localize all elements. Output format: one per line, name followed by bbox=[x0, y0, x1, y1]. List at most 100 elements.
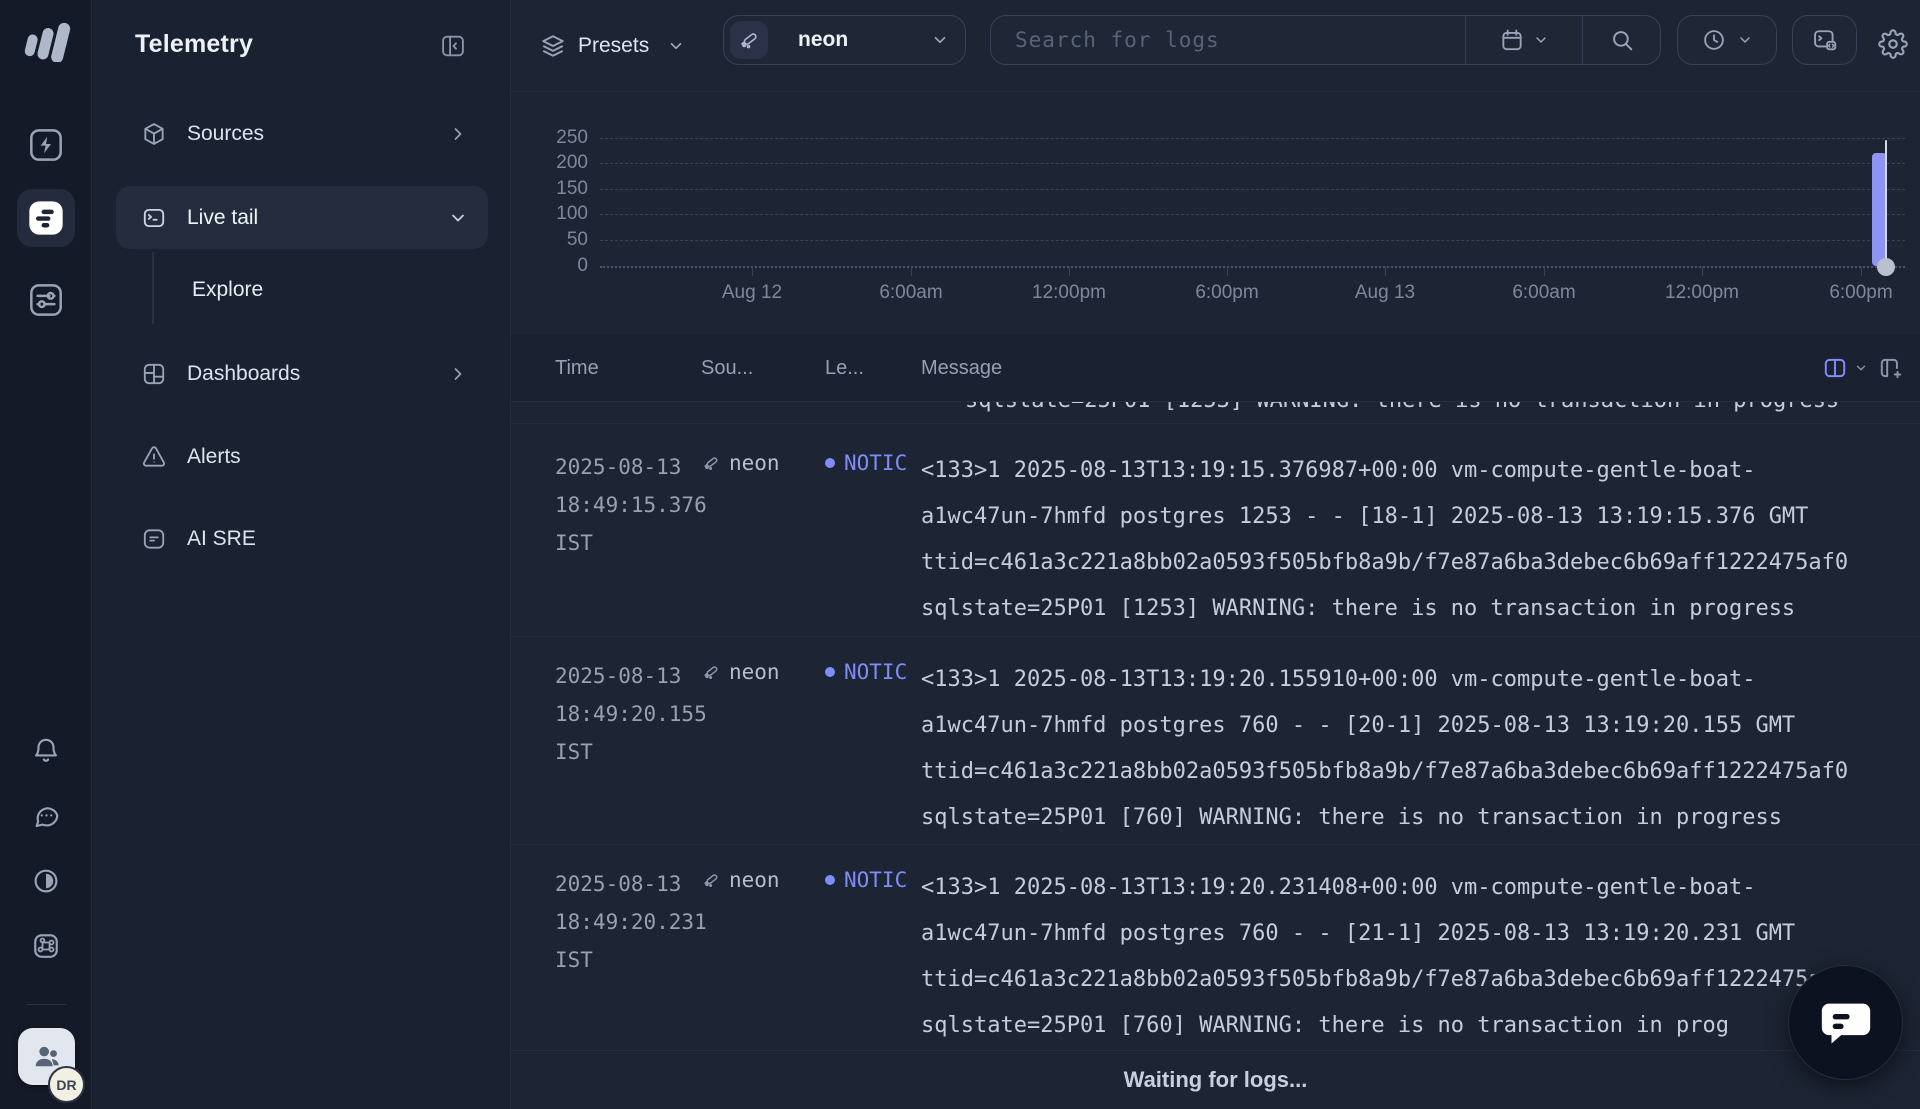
columns-layout-button[interactable] bbox=[1822, 355, 1868, 381]
gridline bbox=[600, 138, 1905, 139]
sidebar-item-label: AI SRE bbox=[187, 527, 256, 551]
log-volume-chart[interactable]: 250 200 150 100 50 0 Aug 12 6:00am 12:00… bbox=[511, 92, 1920, 335]
column-header-time[interactable]: Time bbox=[511, 357, 701, 380]
column-header-message[interactable]: Message bbox=[921, 357, 1822, 380]
y-tick-label: 0 bbox=[528, 255, 588, 277]
panel-collapse-icon[interactable] bbox=[438, 31, 468, 61]
search-input[interactable] bbox=[991, 16, 1465, 64]
log-message: <133>1 2025-08-13T13:19:20.231408+00:00 … bbox=[921, 865, 1920, 1050]
column-header-source[interactable]: Sou... bbox=[701, 357, 825, 380]
chevron-down-icon bbox=[1737, 32, 1753, 48]
x-tick-label: 6:00pm bbox=[1829, 282, 1892, 304]
level-dot bbox=[825, 458, 835, 468]
gridline bbox=[600, 214, 1905, 215]
cube-icon bbox=[141, 121, 167, 147]
search-submit-button[interactable] bbox=[1582, 16, 1660, 64]
alert-triangle-icon bbox=[141, 444, 167, 470]
x-tick bbox=[752, 267, 753, 276]
add-column-button[interactable] bbox=[1878, 355, 1904, 381]
x-tick bbox=[1702, 267, 1703, 276]
topbar: Presets neon bbox=[511, 0, 1920, 92]
time-range-button[interactable] bbox=[1677, 15, 1777, 65]
user-initials-badge[interactable]: DR bbox=[48, 1066, 85, 1103]
source-name: neon bbox=[798, 28, 848, 52]
app-window: DR Telemetry Sources bbox=[0, 0, 1920, 1109]
chevron-down-icon bbox=[1854, 361, 1868, 375]
sidebar-item-dashboards[interactable]: Dashboards bbox=[116, 346, 488, 402]
sidebar-item-label: Alerts bbox=[187, 445, 241, 469]
x-tick bbox=[1544, 267, 1545, 276]
code-terminal-button[interactable] bbox=[1792, 15, 1857, 65]
search-icon bbox=[1609, 27, 1635, 53]
log-row[interactable]: 2025-08-13 18:49:15.376 IST neon NO bbox=[511, 424, 1920, 637]
sidebar-item-sources[interactable]: Sources bbox=[116, 106, 488, 162]
partial-log-row[interactable]: sqlstate=25P01 [1253] WARNING: there is … bbox=[511, 402, 1920, 424]
logs-nav-icon[interactable] bbox=[17, 189, 75, 247]
log-time: 2025-08-13 18:49:20.231 IST bbox=[511, 865, 701, 1050]
layers-icon bbox=[540, 33, 566, 59]
sidebar-item-label: Dashboards bbox=[187, 362, 300, 386]
log-level: NOTIC bbox=[825, 448, 921, 636]
sidebar-item-label: Live tail bbox=[187, 206, 258, 230]
x-tick bbox=[1069, 267, 1070, 276]
x-tick-label: 6:00am bbox=[879, 282, 942, 304]
rail-divider bbox=[26, 1004, 66, 1005]
partial-log-text: sqlstate=25P01 [1253] WARNING: there is … bbox=[965, 402, 1920, 413]
y-tick-label: 250 bbox=[528, 127, 588, 149]
chevron-right-icon bbox=[448, 124, 468, 144]
presets-label: Presets bbox=[578, 34, 649, 58]
main-content: Presets neon bbox=[511, 0, 1920, 1109]
chevron-right-icon bbox=[448, 364, 468, 384]
y-tick-label: 200 bbox=[528, 152, 588, 174]
x-tick-label: 12:00pm bbox=[1665, 282, 1739, 304]
log-table-header: Time Sou... Le... Message bbox=[511, 335, 1920, 402]
column-header-level[interactable]: Le... bbox=[825, 357, 921, 380]
x-tick bbox=[1861, 267, 1862, 276]
chat-widget-button[interactable] bbox=[1788, 965, 1903, 1080]
x-tick-label: 6:00am bbox=[1512, 282, 1575, 304]
contrast-icon[interactable] bbox=[23, 858, 69, 904]
x-tick bbox=[1385, 267, 1386, 276]
x-tick bbox=[911, 267, 912, 276]
x-tick-label: Aug 12 bbox=[722, 282, 782, 304]
sliders-icon[interactable] bbox=[23, 277, 69, 323]
gear-icon[interactable] bbox=[1878, 29, 1908, 59]
telescope-icon bbox=[701, 662, 721, 682]
presets-button[interactable]: Presets bbox=[540, 23, 685, 69]
subnav-guide-line bbox=[152, 252, 154, 324]
icon-rail: DR bbox=[0, 0, 92, 1109]
telescope-icon bbox=[701, 453, 721, 473]
time-scrubber-line[interactable] bbox=[1885, 140, 1887, 267]
code-terminal-icon bbox=[1811, 26, 1839, 54]
gridline bbox=[600, 240, 1905, 241]
middleware-logo[interactable] bbox=[21, 18, 71, 62]
message-square-icon bbox=[141, 526, 167, 552]
bolt-icon[interactable] bbox=[23, 122, 69, 168]
log-search-bar bbox=[990, 15, 1661, 65]
level-dot bbox=[825, 667, 835, 677]
calendar-icon bbox=[1499, 27, 1525, 53]
terminal-icon bbox=[141, 205, 167, 231]
sidebar-item-live-tail[interactable]: Live tail bbox=[116, 186, 488, 249]
source-selector[interactable]: neon bbox=[723, 15, 966, 65]
y-tick-label: 150 bbox=[528, 178, 588, 200]
x-tick-label: 12:00pm bbox=[1032, 282, 1106, 304]
log-row[interactable]: 2025-08-13 18:49:20.231 IST neon NO bbox=[511, 845, 1920, 1051]
bell-icon[interactable] bbox=[23, 728, 69, 774]
log-source: neon bbox=[701, 657, 825, 844]
sidebar-item-ai-sre[interactable]: AI SRE bbox=[116, 511, 488, 567]
grid-icon bbox=[141, 361, 167, 387]
log-row[interactable]: 2025-08-13 18:49:20.155 IST neon NO bbox=[511, 637, 1920, 845]
log-table-body: sqlstate=25P01 [1253] WARNING: there is … bbox=[511, 402, 1920, 1109]
chat-dots-icon[interactable] bbox=[23, 793, 69, 839]
sidebar-item-explore[interactable]: Explore bbox=[192, 262, 472, 318]
log-source: neon bbox=[701, 865, 825, 1050]
sidebar-item-alerts[interactable]: Alerts bbox=[116, 429, 488, 485]
speech-bubble-icon bbox=[1817, 994, 1875, 1052]
x-axis-line bbox=[600, 266, 1905, 268]
command-icon[interactable] bbox=[23, 923, 69, 969]
date-range-button[interactable] bbox=[1465, 16, 1582, 64]
log-message: <133>1 2025-08-13T13:19:20.155910+00:00 … bbox=[921, 657, 1920, 844]
time-scrubber-handle[interactable] bbox=[1877, 258, 1895, 276]
log-time: 2025-08-13 18:49:20.155 IST bbox=[511, 657, 701, 844]
